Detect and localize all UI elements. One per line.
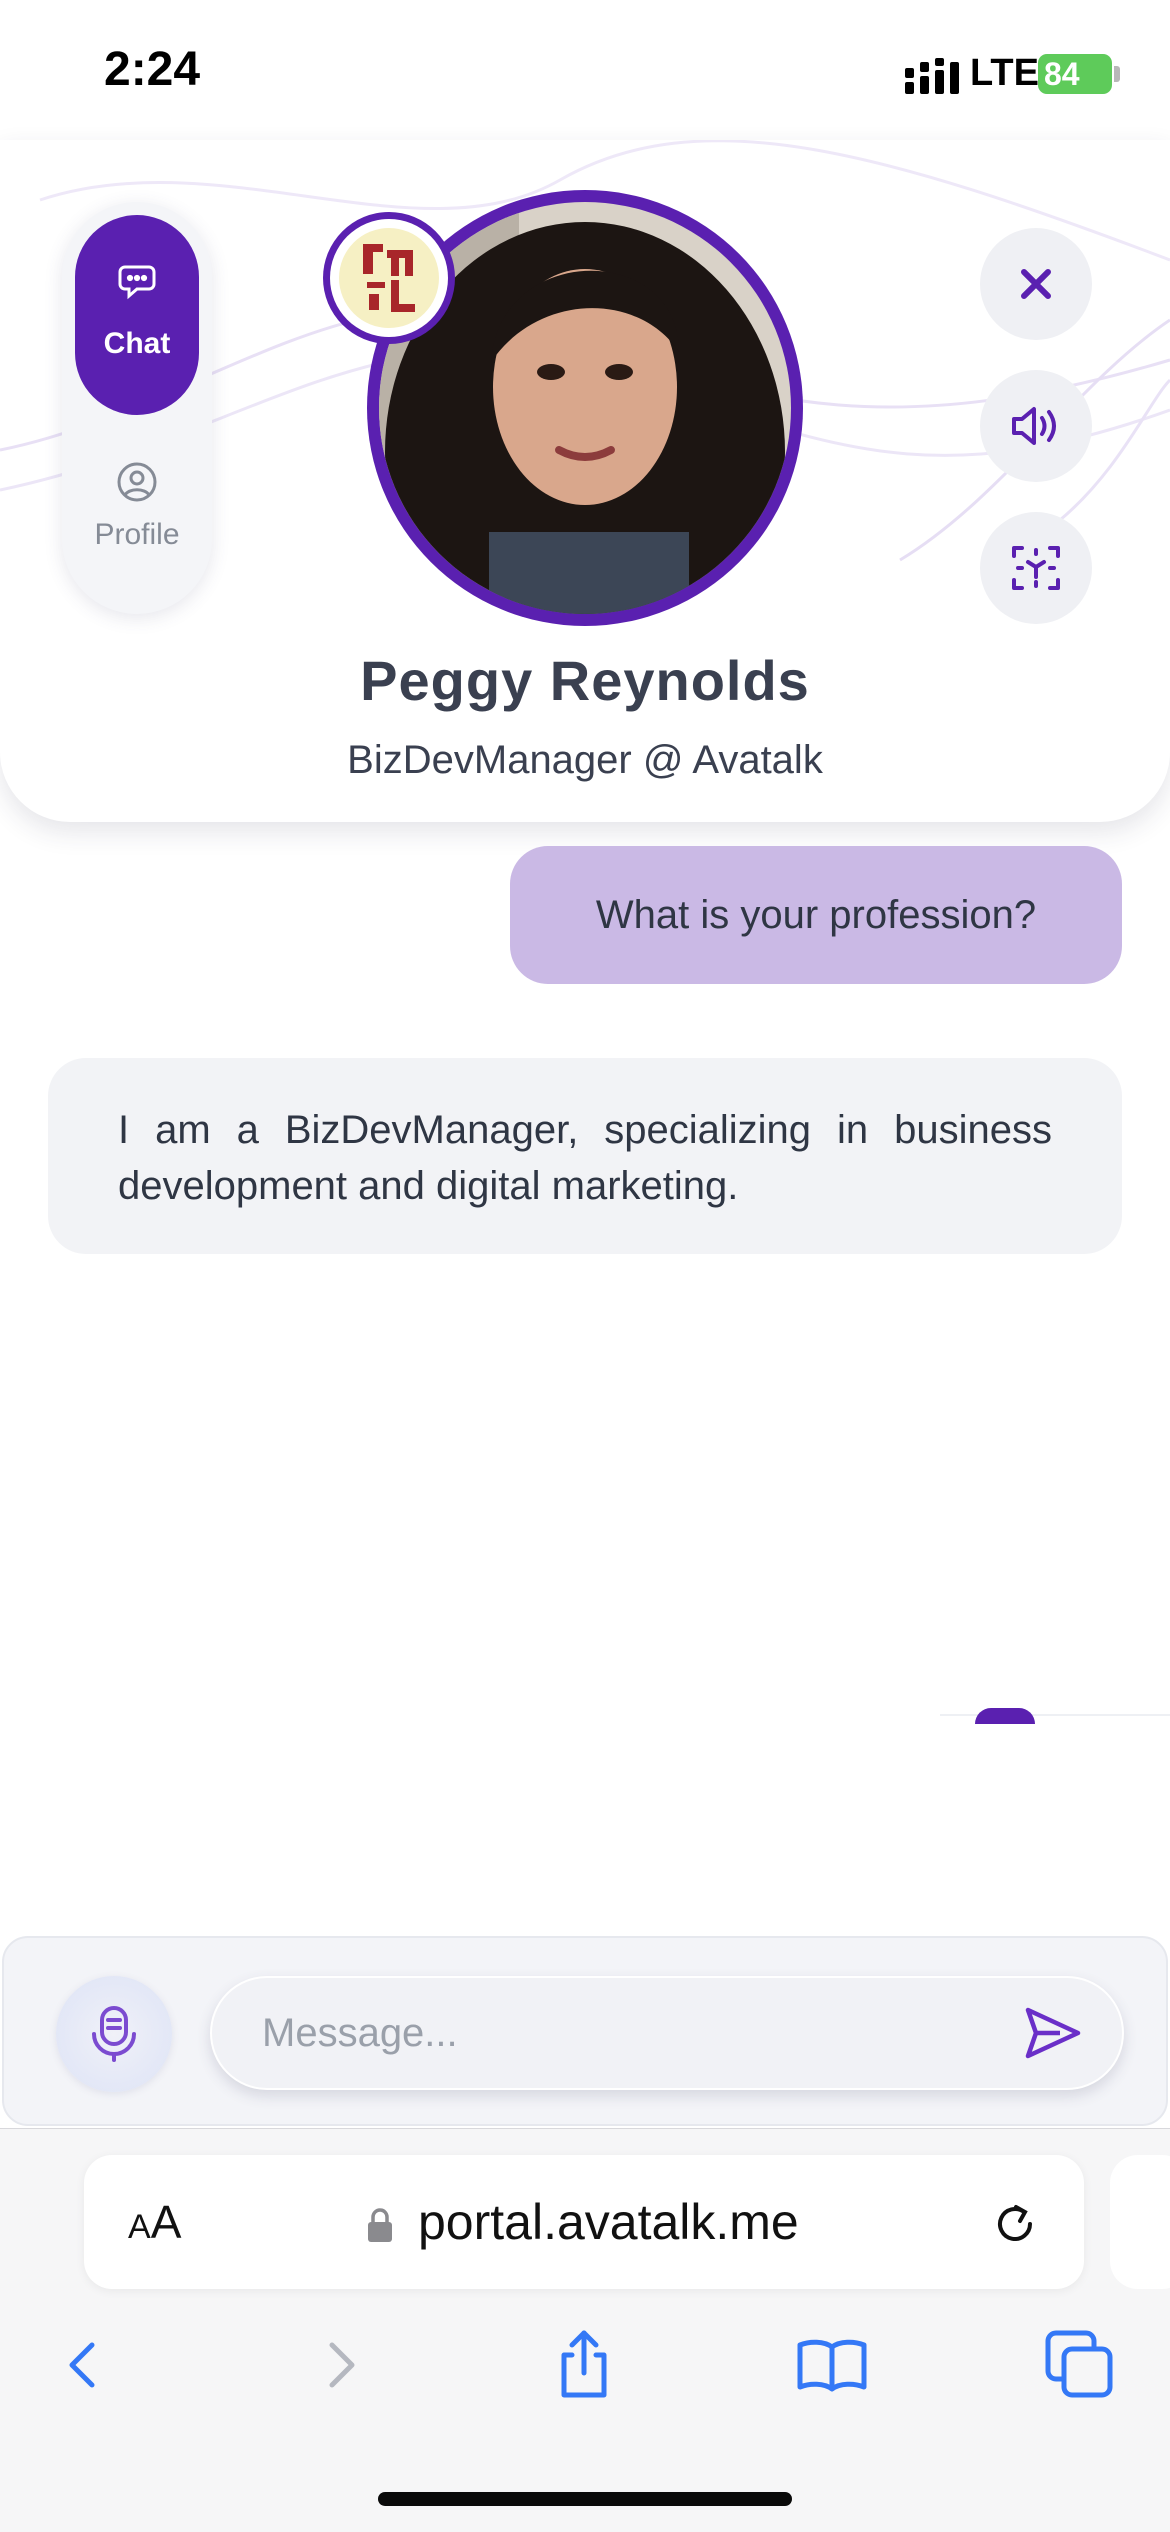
nav-chat-button[interactable]: Chat <box>75 215 199 415</box>
bot-message-bubble: I am a BizDevManager, specializing in bu… <box>48 1058 1122 1254</box>
nav-chat-label: Chat <box>103 327 171 360</box>
message-composer <box>2 1936 1168 2126</box>
url-text: portal.avatalk.me <box>418 2194 799 2250</box>
divider <box>940 1714 1170 1716</box>
ar-view-button[interactable] <box>980 512 1092 624</box>
next-tab-preview[interactable] <box>1110 2155 1170 2289</box>
battery-icon: 84 <box>1038 54 1112 94</box>
signal-icon <box>905 58 959 94</box>
send-icon[interactable] <box>1020 2000 1086 2066</box>
home-indicator <box>378 2492 792 2506</box>
profile-name: Peggy Reynolds <box>360 649 810 712</box>
battery-level: 84 <box>1044 56 1080 92</box>
company-logo <box>339 228 439 328</box>
voice-input-button[interactable] <box>56 1976 172 2092</box>
bookmarks-icon[interactable] <box>796 2329 868 2401</box>
close-button[interactable] <box>980 228 1092 340</box>
text-size-button[interactable]: AA <box>128 2195 181 2249</box>
profile-title: BizDevManager @ Avatalk <box>347 738 823 782</box>
tabs-icon[interactable] <box>1044 2329 1116 2401</box>
network-type: LTE <box>970 52 1039 94</box>
profile-header-card: Chat Profile Peggy Reynolds BizDevManage… <box>0 140 1170 822</box>
lock-icon <box>368 2208 392 2242</box>
forward-icon[interactable] <box>302 2329 374 2401</box>
speaker-icon <box>1012 407 1056 445</box>
nav-profile-label: Profile <box>94 518 180 551</box>
reload-icon[interactable] <box>990 2199 1040 2249</box>
scroll-indicator <box>975 1708 1035 1724</box>
message-input-container <box>210 1976 1124 2090</box>
speaker-button[interactable] <box>980 370 1092 482</box>
battery-tip <box>1114 66 1120 82</box>
status-bar: 2:24 LTE 84 <box>0 0 1170 140</box>
microphone-icon <box>92 2006 136 2062</box>
close-icon <box>1021 269 1051 299</box>
nav-profile-button[interactable]: Profile <box>75 440 199 590</box>
message-input[interactable] <box>262 1978 962 2088</box>
address-bar[interactable]: AA portal.avatalk.me <box>84 2155 1084 2289</box>
back-icon[interactable] <box>50 2329 122 2401</box>
chat-bubbles-icon <box>118 265 156 300</box>
company-logo-badge <box>323 212 455 344</box>
browser-toolbar: AA portal.avatalk.me <box>0 2128 1170 2532</box>
user-message-bubble: What is your profession? <box>510 846 1122 984</box>
status-time: 2:24 <box>104 43 201 96</box>
ar-cube-icon <box>1012 546 1060 590</box>
share-icon[interactable] <box>548 2329 620 2401</box>
user-circle-icon <box>117 462 157 502</box>
